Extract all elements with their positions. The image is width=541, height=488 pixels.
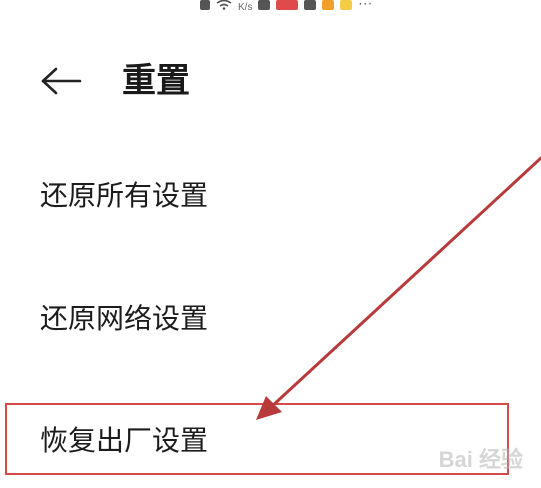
cloud-icon: [304, 0, 317, 10]
status-bar: K/s ···: [200, 0, 373, 16]
wifi-icon: [216, 0, 232, 10]
reset-network-settings-item[interactable]: 还原网络设置: [40, 301, 208, 337]
more-icon: ···: [358, 0, 373, 11]
app-notification-icon: [258, 0, 271, 10]
highlight-box: [5, 403, 509, 475]
app-notification-icon: [322, 0, 335, 10]
app-notification-icon: [276, 0, 299, 10]
notification-icon: [200, 0, 210, 10]
page-header: 重置: [40, 58, 190, 104]
watermark: Bai 经验: [438, 447, 523, 472]
net-speed-label: K/s: [238, 2, 253, 13]
arrow-left-icon[interactable]: [40, 66, 84, 96]
app-notification-icon: [340, 0, 353, 10]
page-title: 重置: [122, 61, 190, 101]
reset-all-settings-item[interactable]: 还原所有设置: [40, 178, 208, 214]
